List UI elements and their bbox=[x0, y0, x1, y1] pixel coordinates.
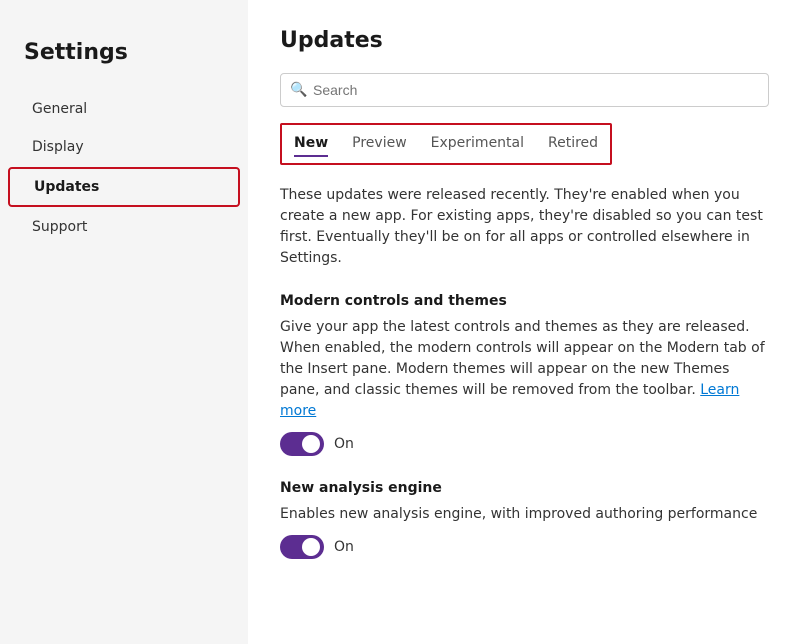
sidebar-item-support[interactable]: Support bbox=[8, 209, 240, 245]
sidebar-item-label: Display bbox=[32, 139, 84, 155]
tab-new[interactable]: New bbox=[294, 131, 328, 157]
toggle-modern-controls[interactable] bbox=[280, 432, 324, 456]
page-title: Updates bbox=[280, 28, 769, 53]
toggle-row-modern-controls: On bbox=[280, 432, 769, 456]
toggle-row-analysis-engine: On bbox=[280, 535, 769, 559]
toggle-track-2 bbox=[280, 535, 324, 559]
toggle-label-analysis-engine: On bbox=[334, 539, 354, 555]
tabs-container: New Preview Experimental Retired bbox=[280, 123, 612, 165]
app-title: Settings bbox=[0, 24, 248, 89]
sidebar: Settings General Display Updates Support bbox=[0, 0, 248, 644]
search-input[interactable] bbox=[280, 73, 769, 107]
search-container: 🔍 bbox=[280, 73, 769, 107]
sidebar-item-label: Updates bbox=[34, 179, 99, 195]
sidebar-item-display[interactable]: Display bbox=[8, 129, 240, 165]
sidebar-item-label: Support bbox=[32, 219, 87, 235]
toggle-thumb bbox=[302, 435, 320, 453]
tab-experimental[interactable]: Experimental bbox=[431, 131, 524, 157]
main-content: Updates 🔍 New Preview Experimental Retir… bbox=[248, 0, 801, 644]
feature-modern-controls: Modern controls and themes Give your app… bbox=[280, 293, 769, 456]
feature-title-modern-controls: Modern controls and themes bbox=[280, 293, 769, 309]
feature-desc-modern-controls: Give your app the latest controls and th… bbox=[280, 317, 769, 422]
feature-desc-analysis-engine: Enables new analysis engine, with improv… bbox=[280, 504, 769, 525]
toggle-thumb-2 bbox=[302, 538, 320, 556]
search-icon: 🔍 bbox=[290, 82, 307, 98]
feature-analysis-engine: New analysis engine Enables new analysis… bbox=[280, 480, 769, 559]
toggle-analysis-engine[interactable] bbox=[280, 535, 324, 559]
toggle-track bbox=[280, 432, 324, 456]
tab-preview[interactable]: Preview bbox=[352, 131, 407, 157]
toggle-label-modern-controls: On bbox=[334, 436, 354, 452]
sidebar-item-updates[interactable]: Updates bbox=[8, 167, 240, 207]
feature-title-analysis-engine: New analysis engine bbox=[280, 480, 769, 496]
tab-retired[interactable]: Retired bbox=[548, 131, 598, 157]
sidebar-item-label: General bbox=[32, 101, 87, 117]
sidebar-item-general[interactable]: General bbox=[8, 91, 240, 127]
tab-description: These updates were released recently. Th… bbox=[280, 185, 769, 269]
